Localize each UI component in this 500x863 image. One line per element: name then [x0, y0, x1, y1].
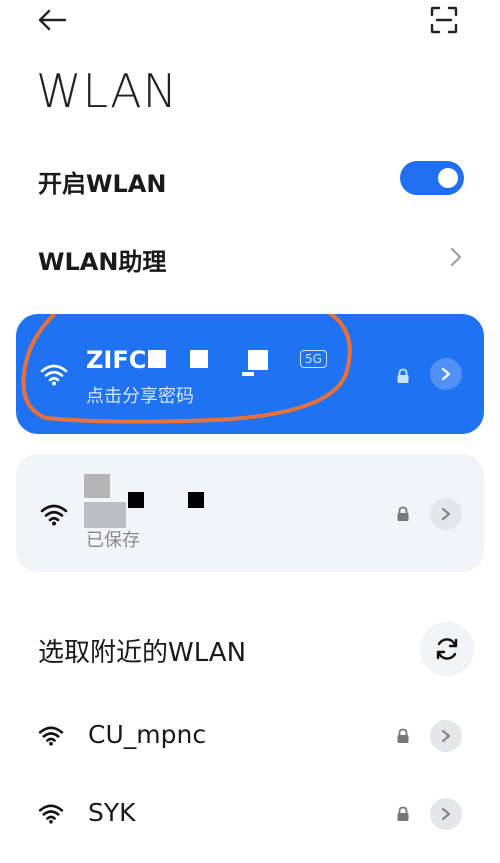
annotation-circle [21, 314, 352, 424]
refresh-icon [436, 638, 458, 660]
connected-network-card[interactable]: ZIFC 5G 点击分享密码 [16, 314, 484, 434]
network-details-button[interactable] [430, 798, 462, 830]
list-item[interactable]: CU_mpnc [0, 706, 500, 766]
network-ssid: CU_mpnc [88, 720, 207, 749]
chevron-right-icon [451, 248, 461, 266]
scan-qr-icon [430, 6, 458, 34]
enable-wlan-label: 开启WLAN [38, 170, 167, 198]
lock-icon [397, 506, 409, 521]
refresh-button[interactable] [420, 622, 474, 676]
redaction-block [84, 502, 126, 528]
redaction-block [128, 492, 144, 508]
wlan-toggle[interactable] [400, 161, 464, 195]
toggle-knob [438, 168, 458, 188]
network-ssid: SYK [88, 798, 136, 827]
chevron-right-icon [441, 507, 451, 521]
wifi-icon [38, 726, 64, 746]
chevron-right-icon [441, 729, 451, 743]
redaction-block [188, 492, 204, 508]
wifi-icon [38, 804, 64, 824]
lock-icon [397, 806, 409, 821]
saved-status-label: 已保存 [86, 530, 140, 551]
list-item[interactable]: SYK [0, 784, 500, 844]
chevron-right-icon [441, 807, 451, 821]
network-details-button[interactable] [430, 498, 462, 530]
wlan-assistant-item[interactable]: WLAN助理 [38, 242, 166, 277]
top-bar [0, 0, 500, 44]
network-details-button[interactable] [430, 720, 462, 752]
redaction-block [84, 474, 110, 498]
page-title: WLAN [36, 64, 179, 118]
arrow-left-icon [38, 9, 67, 31]
lock-icon [397, 728, 409, 743]
nearby-section-title: 选取附近的WLAN [38, 638, 247, 668]
scan-button[interactable] [426, 4, 462, 36]
wifi-icon [40, 504, 68, 526]
back-button[interactable] [34, 4, 70, 36]
saved-network-card[interactable]: 已保存 [16, 454, 484, 572]
